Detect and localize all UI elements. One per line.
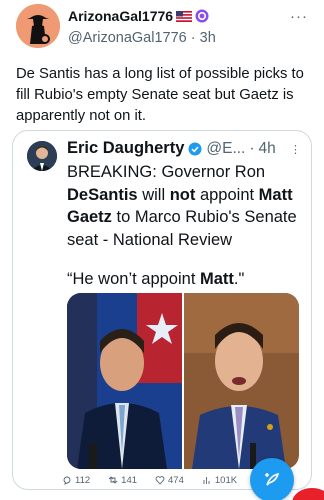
- quoted-post-time[interactable]: 4h: [259, 140, 276, 158]
- us-flag-icon: [176, 10, 193, 22]
- view-count: 101K: [214, 474, 238, 486]
- text-part: BREAKING: Governor Ron: [67, 163, 266, 181]
- text-part: .": [233, 270, 245, 288]
- quoted-post-card[interactable]: Eric Daugherty @E... · 4h ⋮ BREAKING: Go…: [12, 130, 312, 490]
- purple-verified-icon: [195, 9, 209, 23]
- quoted-post-text: BREAKING: Governor Ron DeSantis will not…: [67, 161, 307, 251]
- quoted-author-handle[interactable]: @E...: [206, 140, 245, 158]
- post-time[interactable]: 3h: [200, 30, 216, 46]
- quoted-author-row: Eric Daugherty @E... · 4h: [67, 139, 276, 158]
- compose-feather-icon: [265, 472, 280, 486]
- text-part: “He won’t appoint: [67, 270, 200, 288]
- views-icon: [203, 477, 210, 484]
- text-part: appoint: [195, 185, 259, 204]
- portrait-photo-icon: [184, 293, 299, 469]
- quoted-author-name[interactable]: Eric Daugherty: [67, 139, 184, 158]
- blue-verified-icon: [188, 142, 202, 155]
- quoted-statement: “He won’t appoint Matt.": [67, 268, 307, 290]
- text-bold: DeSantis: [67, 185, 138, 204]
- cowgirl-silhouette-icon: [16, 4, 60, 48]
- author-handle[interactable]: @ArizonaGal1776: [68, 30, 187, 46]
- compose-post-button[interactable]: [250, 458, 294, 500]
- post-actions: 112 141 474 101K: [62, 472, 262, 488]
- quoted-author-avatar[interactable]: [27, 141, 57, 171]
- text-bold: Matt: [200, 270, 234, 288]
- text-bold: not: [169, 185, 196, 204]
- person-photo-icon: [27, 141, 57, 171]
- repost-button[interactable]: 141: [108, 475, 137, 486]
- media-grid: [67, 293, 299, 469]
- like-count: 474: [168, 474, 184, 486]
- author-name-row: ArizonaGal1776: [68, 8, 209, 24]
- author-name[interactable]: ArizonaGal1776: [68, 8, 173, 24]
- avatar[interactable]: [16, 4, 60, 48]
- repost-count: 141: [121, 474, 138, 486]
- separator-dot: ·: [249, 139, 255, 157]
- heart-icon: [155, 476, 165, 485]
- separator-dot: ·: [190, 30, 196, 46]
- reply-button[interactable]: 112: [62, 475, 90, 486]
- photo-desantis[interactable]: [67, 293, 182, 469]
- more-options-icon[interactable]: ···: [290, 8, 308, 25]
- repost-icon: [108, 476, 118, 484]
- reply-icon: [63, 476, 71, 485]
- portrait-photo-icon: [67, 293, 182, 469]
- author-handle-row: @ArizonaGal1776 · 3h: [68, 30, 216, 46]
- post-text: De Santis has a long list of possible pi…: [16, 66, 304, 124]
- text-part: will: [137, 185, 170, 204]
- like-button[interactable]: 474: [155, 475, 184, 486]
- reply-count: 112: [75, 474, 91, 486]
- views-button[interactable]: 101K: [202, 475, 237, 486]
- quoted-more-icon[interactable]: ⋮: [290, 143, 301, 156]
- photo-gaetz[interactable]: [184, 293, 299, 469]
- post-header: ArizonaGal1776 @ArizonaGal1776 · 3h ···: [16, 4, 312, 52]
